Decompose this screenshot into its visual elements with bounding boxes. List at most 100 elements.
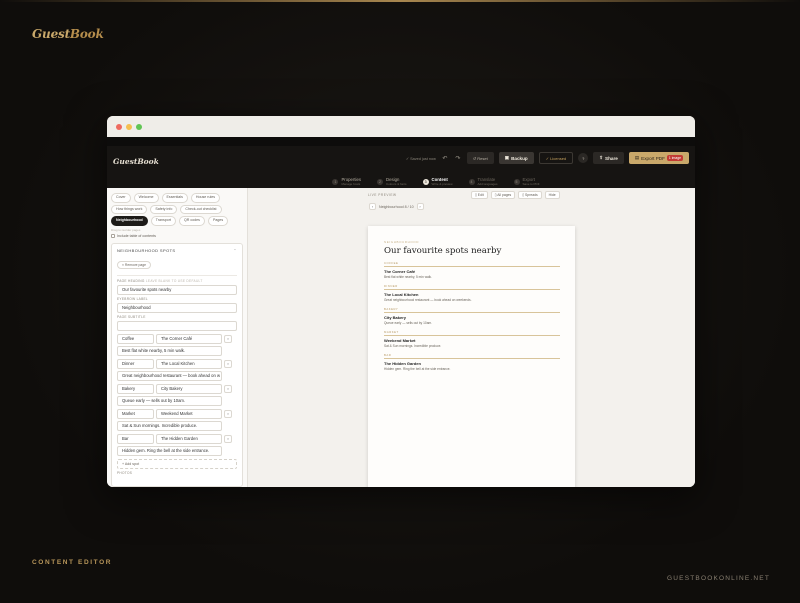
entry-category: BAKERY	[384, 307, 399, 311]
chip-essentials[interactable]: Essentials	[161, 193, 188, 203]
spot-name-input[interactable]: The Local Kitchen	[156, 358, 222, 369]
spot-entry: COFFEE The Corner Café Best flat white n…	[384, 261, 560, 279]
spot-name-input[interactable]: The Hidden Garden	[156, 433, 222, 444]
licensed-badge[interactable]: ✓ Licensed	[538, 152, 574, 164]
spot-desc-input[interactable]: Best flat white nearby, 5 min walk.	[117, 345, 222, 356]
redo-icon[interactable]: ↷	[454, 155, 462, 162]
entry-category: COFFEE	[384, 261, 399, 265]
eyebrow-label: EYEBROW LABEL	[117, 296, 149, 301]
app-window: GuestBook ✓ Saved just now ↶ ↷ ↺ Reset ▣…	[107, 116, 695, 487]
share-button[interactable]: ⇪ Share	[593, 152, 624, 164]
minimize-dot-icon[interactable]	[126, 123, 132, 130]
spot-name-input[interactable]: City Bakery	[156, 383, 222, 394]
spot-name-input[interactable]: Weekend Market	[156, 408, 222, 419]
subtitle-input[interactable]	[117, 320, 237, 331]
divider	[117, 274, 237, 276]
entry-name: The Hidden Garden	[384, 361, 421, 366]
entry-rule	[384, 289, 560, 290]
chip-checkout-checklist[interactable]: Check-out checklist	[180, 204, 222, 215]
spot-category-input[interactable]: Market	[117, 408, 154, 419]
chip-neighbourhood[interactable]: Neighbourhood	[111, 216, 148, 226]
backup-button[interactable]: ▣ Backup	[498, 152, 534, 164]
spot-category-input[interactable]: Dinner	[117, 358, 154, 369]
export-pdf-button[interactable]: ▤ Export PDF 1 image	[628, 152, 689, 164]
step-number: 4	[468, 179, 475, 185]
entry-category: MARKET	[384, 330, 399, 334]
spot-desc-input[interactable]: Hidden gem. Ring the bell at the side en…	[117, 445, 222, 456]
chip-house-rules[interactable]: House rules	[190, 193, 221, 203]
chip-how-things-work[interactable]: How things work	[111, 204, 148, 215]
chip-transport[interactable]: Transport	[150, 216, 176, 226]
spot-category-input[interactable]: Bar	[117, 433, 154, 444]
pager-text: Neighbourhood 8 / 10	[379, 204, 414, 209]
view-edit-button[interactable]: ▯ Edit	[471, 191, 488, 199]
step-number: 3	[422, 179, 429, 185]
page-eyebrow: NEIGHBOURHOOD	[384, 240, 419, 244]
undo-icon[interactable]: ↶	[441, 155, 449, 162]
hide-preview-button[interactable]: Hide	[544, 191, 560, 199]
chip-pages[interactable]: Pages	[207, 216, 229, 226]
app-logo: GuestBook	[113, 156, 159, 166]
panel-header[interactable]: NEIGHBOURHOOD SPOTS ⌃	[117, 248, 237, 253]
share-label: Share	[605, 155, 618, 161]
backup-label: Backup	[511, 155, 528, 161]
prev-page-icon[interactable]: ‹	[369, 203, 376, 210]
next-page-icon[interactable]: ›	[416, 203, 424, 210]
entry-desc: Best flat white nearby, 5 min walk.	[384, 275, 432, 279]
share-icon: ⇪	[599, 155, 604, 160]
drag-hint: Drag to reorder pages	[111, 227, 141, 232]
include-toc-row[interactable]: Include table of contents	[111, 233, 243, 238]
chevron-up-icon[interactable]: ⌃	[233, 248, 237, 253]
step-sub: Colours & fonts	[386, 182, 407, 186]
spot-desc-input[interactable]: Great neighbourhood restaurant — book ah…	[117, 370, 222, 381]
remove-spot-icon[interactable]: ×	[224, 334, 232, 343]
chip-safety-info[interactable]: Safety info	[150, 204, 178, 215]
entry-desc: Great neighbourhood restaurant — book ah…	[384, 298, 472, 302]
view-spreads-button[interactable]: ▯ Spreads	[518, 191, 542, 199]
step-export[interactable]: 5 Export Save to PDF	[513, 176, 540, 188]
step-content[interactable]: 3 Content Write & preview	[422, 176, 453, 188]
spot-item: Bakery City Bakery × Queue early — sells…	[117, 383, 237, 406]
remove-spot-icon[interactable]: ×	[224, 359, 232, 368]
remove-spot-icon[interactable]: ×	[224, 409, 232, 418]
steps-bar: 1 Properties Manage hosts 2 Design Colours &…	[107, 176, 695, 188]
close-dot-icon[interactable]	[116, 123, 122, 130]
page-chips: Cover Welcome Essentials House rules How…	[111, 193, 243, 226]
add-spot-button[interactable]: + Add spot	[117, 458, 237, 469]
step-number: 1	[332, 179, 339, 185]
chip-cover[interactable]: Cover	[111, 193, 131, 203]
step-properties[interactable]: 1 Properties Manage hosts	[332, 176, 361, 188]
step-translate[interactable]: 4 Translate Add languages	[468, 176, 498, 188]
entry-desc: Hidden gem. Ring the bell at the side en…	[384, 367, 451, 371]
preview-page: NEIGHBOURHOOD Our favourite spots nearby…	[368, 226, 575, 487]
toc-checkbox[interactable]	[111, 233, 115, 238]
maximize-dot-icon[interactable]	[136, 123, 142, 130]
entry-rule	[384, 335, 560, 336]
window-chrome	[107, 116, 695, 137]
remove-spot-icon[interactable]: ×	[224, 434, 232, 443]
backup-icon: ▣	[504, 155, 510, 160]
page-heading-input[interactable]: Our favourite spots nearby	[117, 284, 237, 295]
spot-desc-input[interactable]: Queue early — sells out by 10am.	[117, 395, 222, 406]
chip-qr-codes[interactable]: QR codes	[179, 216, 205, 226]
spot-desc-input[interactable]: Sat & Sun mornings. Incredible produce.	[117, 420, 222, 431]
step-sub: Add languages	[477, 182, 498, 186]
spot-item: Coffee The Corner Café × Best flat white…	[117, 333, 237, 356]
entry-desc: Queue early — sells out by 10am.	[384, 321, 433, 325]
spot-name-input[interactable]: The Corner Café	[156, 333, 222, 344]
app-header: GuestBook ✓ Saved just now ↶ ↷ ↺ Reset ▣…	[107, 146, 695, 176]
reset-button[interactable]: ↺ Reset	[466, 152, 494, 164]
page-title: Our favourite spots nearby	[384, 246, 502, 256]
subtitle-label: PAGE SUBTITLE	[117, 314, 146, 319]
remove-spot-icon[interactable]: ×	[224, 384, 232, 393]
spot-category-input[interactable]: Coffee	[117, 333, 154, 344]
chip-welcome[interactable]: Welcome	[133, 193, 159, 203]
view-all-pages-button[interactable]: ▯ All pages	[490, 191, 516, 199]
chrome-gap	[107, 137, 695, 146]
remove-page-button[interactable]: × Remove page	[117, 260, 152, 269]
help-button[interactable]: ?	[578, 153, 589, 163]
spot-category-input[interactable]: Bakery	[117, 383, 154, 394]
eyebrow-input[interactable]: Neighbourhood	[117, 302, 237, 313]
entry-name: Weekend Market	[384, 338, 416, 343]
step-design[interactable]: 2 Design Colours & fonts	[377, 176, 407, 188]
